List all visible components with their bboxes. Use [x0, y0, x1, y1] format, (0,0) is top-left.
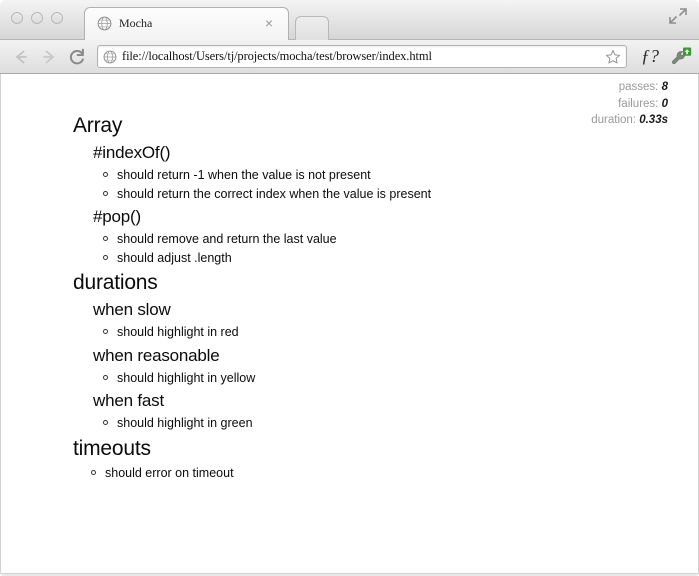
- test-item[interactable]: should return -1 when the value is not p…: [77, 166, 678, 185]
- close-icon[interactable]: ×: [263, 16, 275, 30]
- extension-button[interactable]: ƒ?: [641, 46, 659, 66]
- address-input[interactable]: file://localhost/Users/tj/projects/mocha…: [122, 49, 432, 64]
- test-list: should return -1 when the value is not p…: [77, 166, 678, 203]
- test-list: should highlight in green: [77, 414, 678, 433]
- globe-icon: [97, 16, 112, 31]
- stat-value: 8: [661, 81, 668, 93]
- suite-title[interactable]: durations: [73, 269, 678, 296]
- globe-icon: [103, 50, 117, 64]
- stat-label: failures:: [618, 97, 659, 110]
- test-title: should highlight in yellow: [117, 370, 256, 385]
- suite-title[interactable]: when slow: [93, 298, 678, 321]
- reload-icon[interactable]: [66, 46, 88, 68]
- test-item[interactable]: should remove and return the last value: [77, 230, 678, 249]
- suite-title[interactable]: #indexOf(): [93, 141, 678, 164]
- back-button[interactable]: [10, 46, 32, 68]
- test-item[interactable]: should highlight in yellow: [77, 369, 678, 388]
- test-suite: #pop() should remove and return the last …: [77, 205, 678, 267]
- test-suite: timeouts should error on timeout: [61, 435, 678, 483]
- fullscreen-arrows-icon[interactable]: [667, 6, 689, 26]
- browser-window: Mocha × file://localhost/Users/tj/projec…: [0, 0, 699, 576]
- suite-title[interactable]: when fast: [93, 389, 678, 412]
- test-list: should highlight in yellow: [77, 369, 678, 388]
- test-item[interactable]: should highlight in green: [77, 414, 678, 433]
- suite-list: Array #indexOf() should return -1 when the…: [61, 112, 678, 482]
- nested-suite-list: #indexOf() should return -1 when the valu…: [61, 141, 678, 267]
- suite-title[interactable]: timeouts: [73, 435, 678, 462]
- browser-toolbar: file://localhost/Users/tj/projects/mocha…: [0, 40, 699, 74]
- close-window-button[interactable]: [11, 12, 23, 24]
- test-title: should return -1 when the value is not p…: [117, 168, 371, 182]
- stat-label: passes:: [618, 81, 659, 93]
- suite-title[interactable]: when reasonable: [93, 344, 678, 367]
- test-item[interactable]: should highlight in red: [77, 323, 678, 342]
- circle-bullet-icon: [103, 236, 108, 241]
- window-controls: [11, 12, 63, 24]
- tab-strip: Mocha ×: [0, 0, 699, 40]
- circle-bullet-icon: [103, 329, 108, 334]
- new-tab-button[interactable]: [295, 16, 329, 40]
- stat-item: failures: 0: [591, 96, 668, 113]
- suite-title[interactable]: #pop(): [93, 205, 678, 228]
- tab-mocha[interactable]: Mocha ×: [84, 7, 289, 40]
- test-title: should adjust .length: [117, 250, 232, 265]
- test-title: should highlight in green: [117, 416, 253, 430]
- nested-suite-list: when slow should highlight in red when rea…: [61, 298, 678, 433]
- circle-bullet-icon: [103, 374, 108, 380]
- test-item[interactable]: should return the correct index when the…: [77, 185, 678, 204]
- circle-bullet-icon: [103, 420, 108, 425]
- test-title: should return the correct index when the…: [117, 186, 432, 201]
- test-title: should remove and return the last value: [117, 232, 337, 246]
- circle-bullet-icon: [103, 190, 108, 196]
- circle-bullet-icon: [103, 172, 108, 177]
- tab-title: Mocha: [119, 16, 153, 30]
- test-list: should highlight in red: [77, 323, 678, 342]
- star-icon[interactable]: [605, 49, 621, 65]
- suite-title[interactable]: Array: [73, 112, 678, 139]
- zoom-window-button[interactable]: [51, 12, 63, 24]
- page-viewport: passes: 8 failures: 0 duration: 0.33s Arra…: [0, 74, 699, 574]
- test-suite: Array #indexOf() should return -1 when the…: [61, 112, 678, 267]
- test-title: should highlight in red: [117, 325, 239, 339]
- stat-value: 0: [661, 97, 668, 110]
- test-list: should error on timeout: [61, 464, 678, 483]
- circle-bullet-icon: [103, 254, 108, 260]
- test-suite: durations when slow should highlight in re…: [61, 269, 678, 433]
- test-suite: when fast should highlight in green: [77, 389, 678, 433]
- test-list: should remove and return the last value s…: [77, 230, 678, 267]
- stat-item: passes: 8: [591, 79, 668, 96]
- test-suite: when slow should highlight in red: [77, 298, 678, 342]
- mocha-report: Array #indexOf() should return -1 when the…: [61, 112, 678, 484]
- circle-bullet-icon: [91, 469, 96, 475]
- test-title: should error on timeout: [105, 465, 234, 480]
- forward-button[interactable]: [38, 46, 60, 68]
- test-item[interactable]: should error on timeout: [61, 464, 678, 483]
- address-bar[interactable]: file://localhost/Users/tj/projects/mocha…: [97, 45, 627, 68]
- test-suite: when reasonable should highlight in yello…: [77, 344, 678, 388]
- test-suite: #indexOf() should return -1 when the valu…: [77, 141, 678, 203]
- test-item[interactable]: should adjust .length: [77, 249, 678, 268]
- wrench-icon[interactable]: [669, 46, 693, 68]
- minimize-window-button[interactable]: [31, 12, 43, 24]
